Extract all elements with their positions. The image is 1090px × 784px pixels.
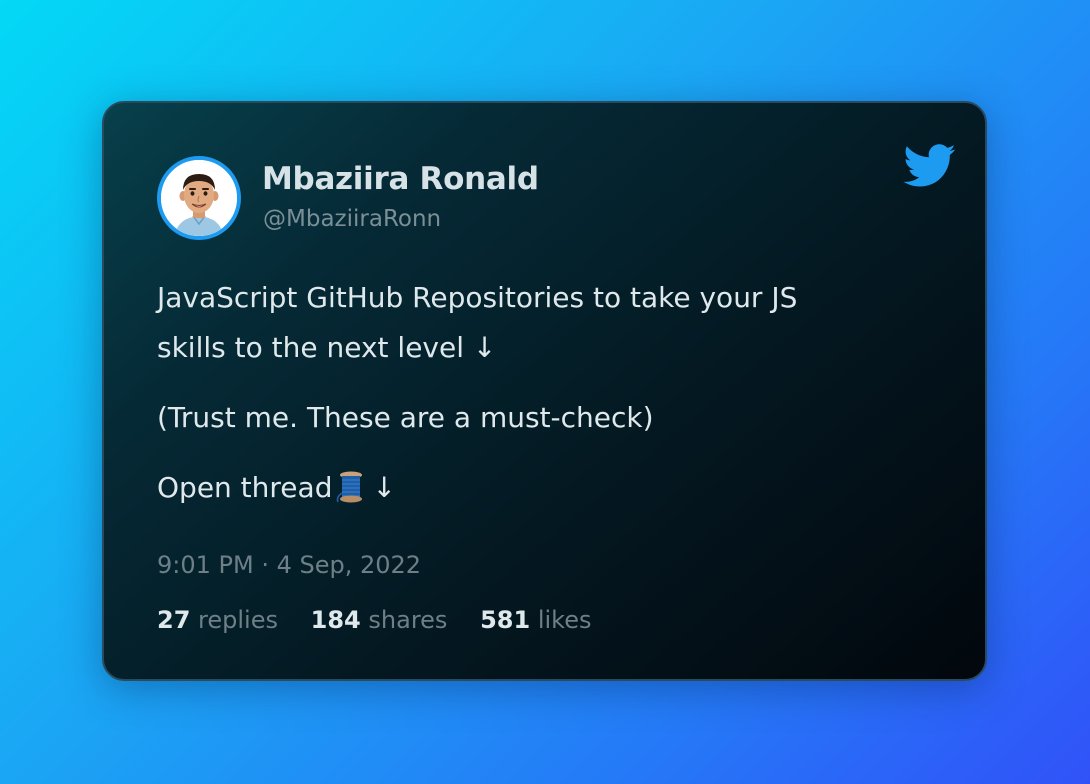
- twitter-bird-icon[interactable]: [903, 144, 957, 188]
- tweet-text-fragment: ↓: [372, 471, 396, 504]
- tweet-text-fragment: Open thread: [157, 471, 333, 504]
- replies-stat[interactable]: 27 replies: [157, 606, 278, 634]
- tweet-timestamp[interactable]: 9:01 PM · 4 Sep, 2022: [157, 551, 421, 579]
- likes-count: 581: [480, 606, 531, 634]
- spool-of-thread-icon: [336, 469, 366, 519]
- author-handle[interactable]: @MbaziiraRonn: [263, 206, 441, 232]
- tweet-text-line: (Trust me. These are a must-check): [157, 401, 654, 434]
- author-name[interactable]: Mbaziira Ronald: [262, 161, 539, 197]
- tweet-text-line: JavaScript GitHub Repositories to take y…: [157, 281, 798, 314]
- tweet-text-line: skills to the next level ↓: [157, 331, 497, 364]
- avatar-illustration: [161, 160, 237, 236]
- likes-label: likes: [537, 606, 592, 634]
- avatar[interactable]: [157, 156, 241, 240]
- likes-stat[interactable]: 581 likes: [480, 606, 591, 634]
- tweet-text-line: Open thread ↓: [157, 463, 917, 519]
- engagement-stats: 27 replies 184 shares 581 likes: [157, 606, 616, 634]
- tweet-body: JavaScript GitHub Repositories to take y…: [157, 273, 917, 519]
- shares-label: shares: [368, 606, 448, 634]
- shares-count: 184: [310, 606, 361, 634]
- tweet-card: Mbaziira Ronald @MbaziiraRonn JavaScript…: [102, 101, 987, 681]
- replies-label: replies: [198, 606, 278, 634]
- shares-stat[interactable]: 184 shares: [311, 606, 448, 634]
- replies-count: 27: [157, 606, 191, 634]
